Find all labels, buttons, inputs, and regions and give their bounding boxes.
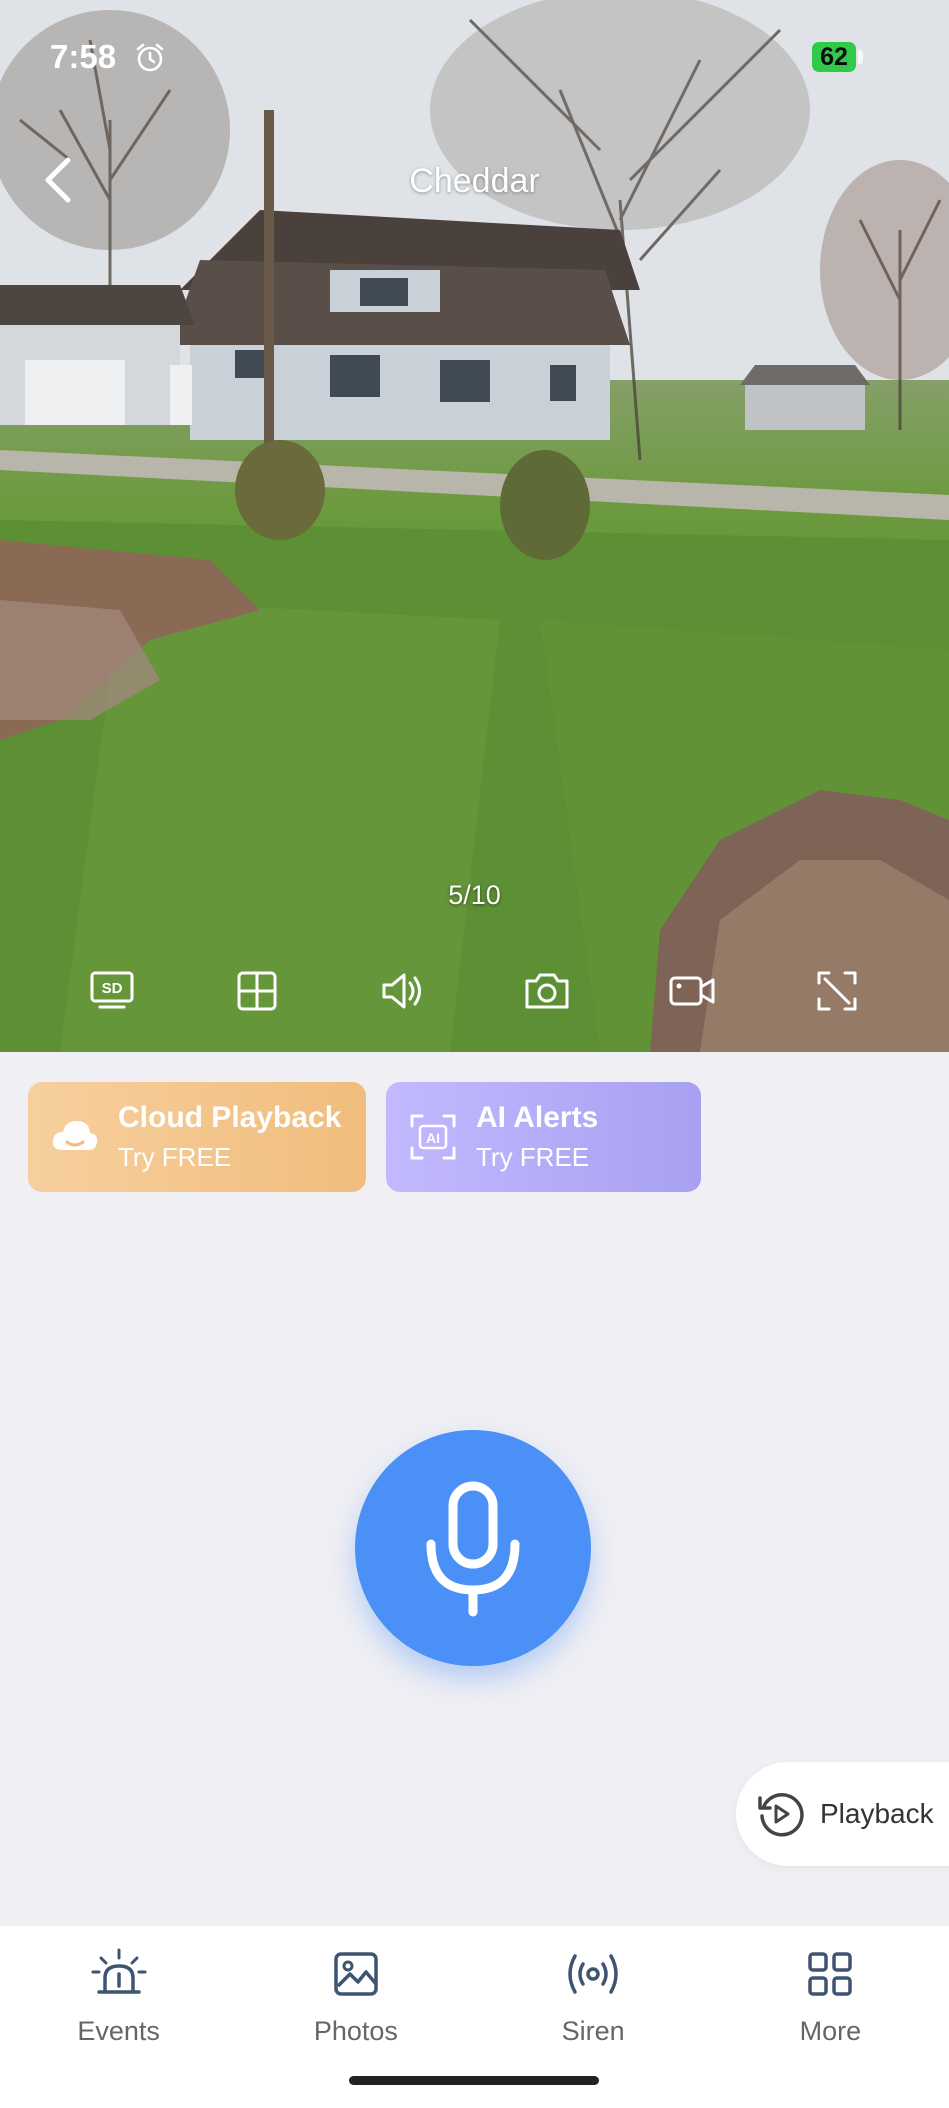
cloud-playback-card[interactable]: Cloud Playback Try FREE [28, 1082, 366, 1192]
tab-more-label: More [799, 2016, 862, 2046]
broadcast-icon [568, 1954, 618, 1994]
replay-icon [758, 1793, 804, 1837]
camera-title: Cheddar [409, 162, 540, 200]
tab-siren-label: Siren [561, 2016, 625, 2046]
battery-tip [858, 50, 863, 64]
sd-icon: SD [90, 971, 134, 1009]
playback-button[interactable]: Playback [736, 1762, 949, 1866]
ai-alerts-card[interactable]: AI AI Alerts Try FREE [386, 1082, 701, 1192]
ai-alerts-title: AI Alerts [476, 1101, 599, 1134]
ai-scan-icon: AI [410, 1114, 456, 1160]
ai-alerts-subtitle: Try FREE [476, 1142, 590, 1172]
tab-events[interactable]: Events [0, 1926, 237, 2108]
ai-alerts-text: AI Alerts Try FREE [476, 1100, 598, 1174]
tab-more[interactable]: More [712, 1926, 949, 2108]
video-icon [669, 976, 715, 1006]
live-controls-bar: SD [0, 958, 949, 1024]
snapshot-button[interactable] [517, 961, 577, 1021]
camera-live-screen: 7:58 62 Cheddar 5/10 SD Cloud Playback T… [0, 0, 949, 2108]
status-time: 7:58 [50, 38, 117, 75]
cloud-playback-text: Cloud Playback Try FREE [118, 1100, 341, 1174]
grid-more-icon [808, 1952, 853, 1996]
battery-level: 62 [812, 42, 856, 72]
siren-light-icon [91, 1948, 147, 1994]
speaker-icon [382, 973, 422, 1009]
speaker-button[interactable] [372, 961, 432, 1021]
cloud-playback-subtitle: Try FREE [118, 1142, 232, 1172]
camera-icon [525, 973, 569, 1009]
photo-icon [334, 1952, 378, 1996]
home-indicator[interactable] [349, 2076, 599, 2085]
svg-text:AI: AI [426, 1130, 440, 1146]
microphone-icon [426, 1481, 520, 1617]
tab-photos-label: Photos [313, 2016, 398, 2046]
cloud-playback-title: Cloud Playback [118, 1101, 342, 1134]
playback-label: Playback [820, 1798, 934, 1829]
sd-quality-button[interactable]: SD [82, 961, 142, 1021]
grid-view-button[interactable] [227, 961, 287, 1021]
talk-microphone-button[interactable] [355, 1430, 591, 1666]
page-counter: 5/10 [448, 880, 501, 910]
alarm-clock-icon [136, 43, 164, 72]
cloud-icon [52, 1121, 98, 1150]
tab-events-label: Events [77, 2016, 160, 2046]
grid-icon [237, 971, 277, 1011]
camera-feed[interactable]: 7:58 62 Cheddar 5/10 SD [0, 0, 949, 1052]
record-button[interactable] [662, 961, 722, 1021]
svg-text:SD: SD [102, 980, 123, 997]
fullscreen-button[interactable] [807, 961, 867, 1021]
fullscreen-icon [817, 971, 857, 1011]
